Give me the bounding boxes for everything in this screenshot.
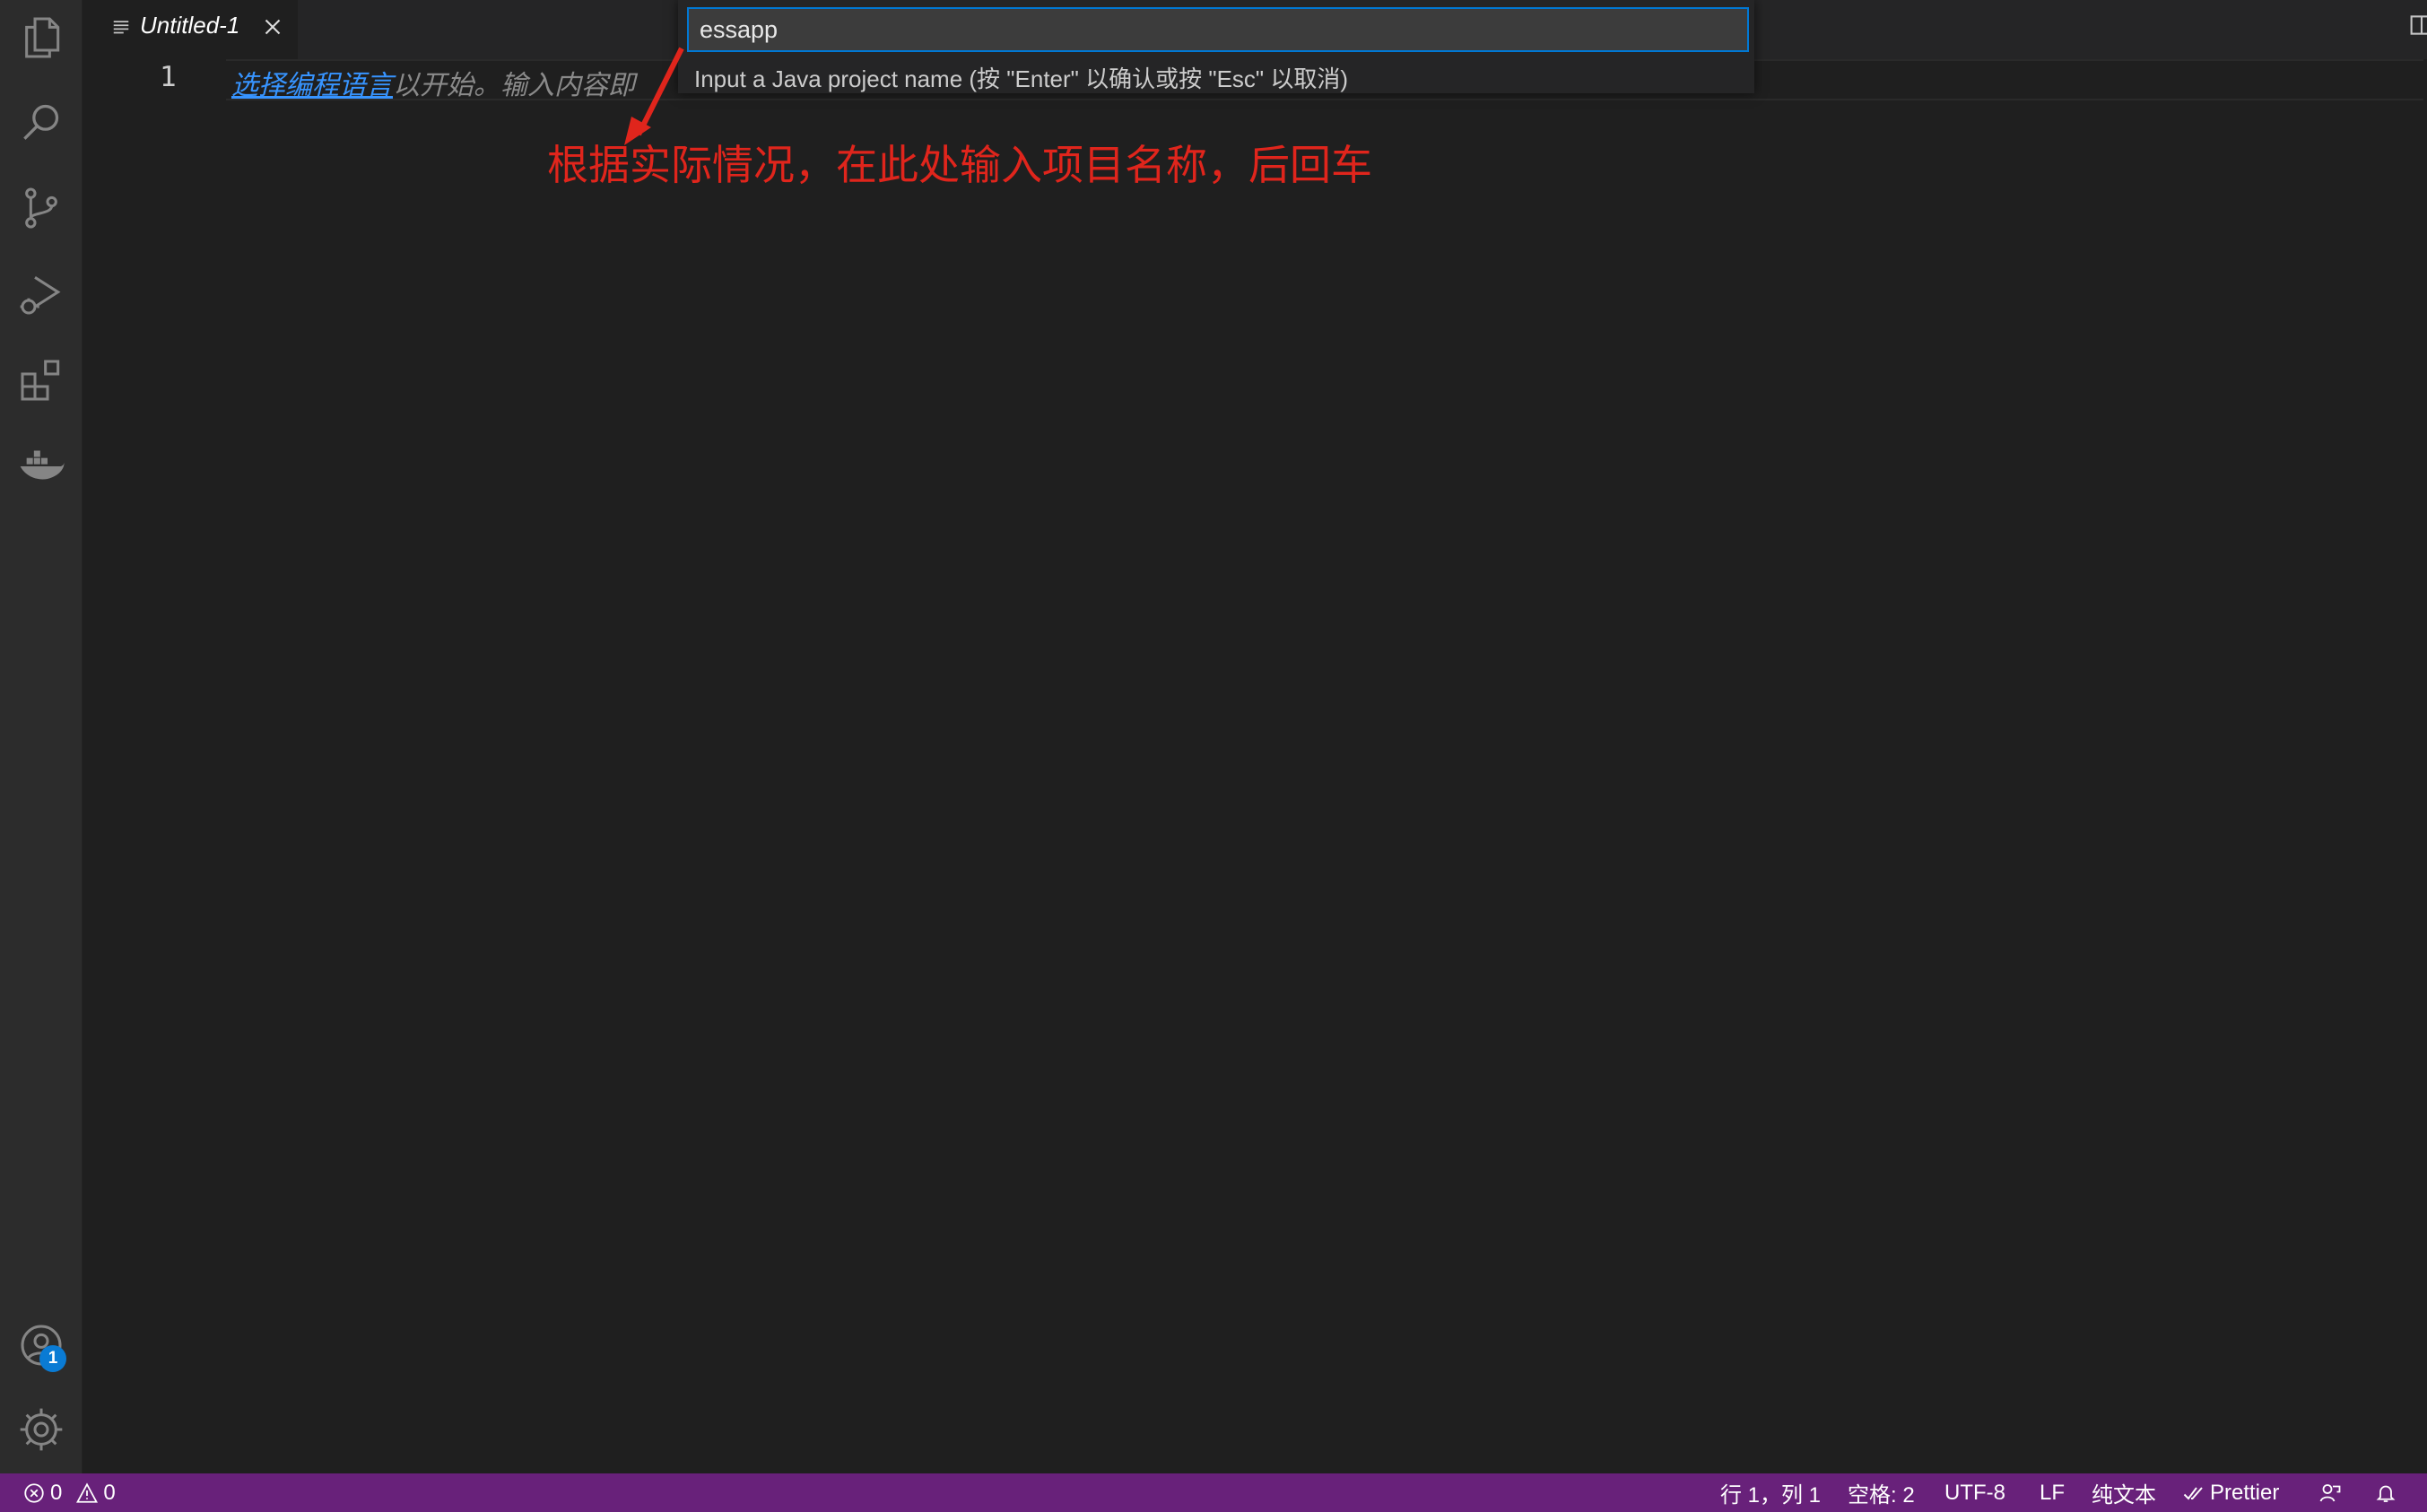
run-debug-icon[interactable] [13, 265, 70, 323]
warning-count: 0 [103, 1480, 116, 1505]
quick-input-widget: Input a Java project name (按 "Enter" 以确认… [678, 0, 1754, 93]
feedback-button[interactable] [2319, 1473, 2341, 1512]
bell-icon [2376, 1485, 2396, 1502]
hint-text: 以开始。输入内容即 [393, 71, 635, 100]
quick-input-message: Input a Java project name (按 "Enter" 以确认… [694, 65, 1349, 92]
select-language-link[interactable]: 选择编程语言 [231, 71, 393, 100]
search-icon[interactable] [13, 93, 70, 151]
activity-bar: 1 [0, 0, 83, 1473]
prettier-label: Prettier [2210, 1480, 2280, 1505]
cursor-position[interactable]: 行 1，列 1 [1720, 1473, 1821, 1512]
vscode-window: 1 Untitled-1 1 选择编程语言以开始。输入内容即 essapp In… [0, 0, 2427, 1512]
tab-untitled-1[interactable]: Untitled-1 [83, 0, 298, 59]
cursor-position-label: 行 1，列 1 [1720, 1483, 1822, 1508]
feedback-icon [2319, 1483, 2341, 1501]
problems-indicator[interactable]: 0 0 [23, 1473, 116, 1512]
encoding-label: UTF-8 [1944, 1480, 2005, 1505]
split-editor-icon[interactable] [2409, 13, 2427, 38]
tab-title: Untitled-1 [140, 12, 240, 39]
explorer-icon[interactable] [13, 9, 70, 66]
indentation[interactable]: 空格: 2 [1848, 1473, 1915, 1512]
file-text-icon [113, 21, 129, 34]
docker-icon[interactable] [13, 438, 70, 495]
language-label: 纯文本 [2092, 1483, 2156, 1508]
notifications-button[interactable] [2375, 1473, 2397, 1512]
prettier-status[interactable]: Prettier [2183, 1473, 2279, 1512]
editor-area[interactable]: 1 选择编程语言以开始。输入内容即 [83, 59, 2427, 1473]
status-bar: 0 0 行 1，列 1 空格: 2 UTF-8 LF 纯文本 Prettier [0, 1473, 2427, 1512]
gear-icon[interactable] [13, 1401, 70, 1458]
end-of-line[interactable]: LF [2040, 1473, 2065, 1512]
encoding[interactable]: UTF-8 [1944, 1473, 2005, 1512]
indentation-label: 空格: 2 [1848, 1483, 1915, 1508]
eol-label: LF [2040, 1480, 2066, 1505]
extensions-icon[interactable] [13, 352, 70, 409]
source-control-icon[interactable] [13, 179, 70, 237]
close-icon[interactable] [262, 16, 283, 38]
error-count: 0 [50, 1480, 63, 1505]
error-icon [24, 1482, 44, 1503]
empty-editor-hint: 选择编程语言以开始。输入内容即 [231, 63, 635, 102]
project-name-input[interactable] [687, 7, 1749, 52]
double-check-icon [2183, 1486, 2203, 1499]
line-number: 1 [160, 61, 177, 93]
accounts-badge: 1 [39, 1345, 66, 1372]
warning-icon [76, 1482, 99, 1503]
language-mode[interactable]: 纯文本 [2092, 1473, 2156, 1512]
annotation-text: 根据实际情况，在此处输入项目名称，后回车 [547, 141, 1372, 189]
